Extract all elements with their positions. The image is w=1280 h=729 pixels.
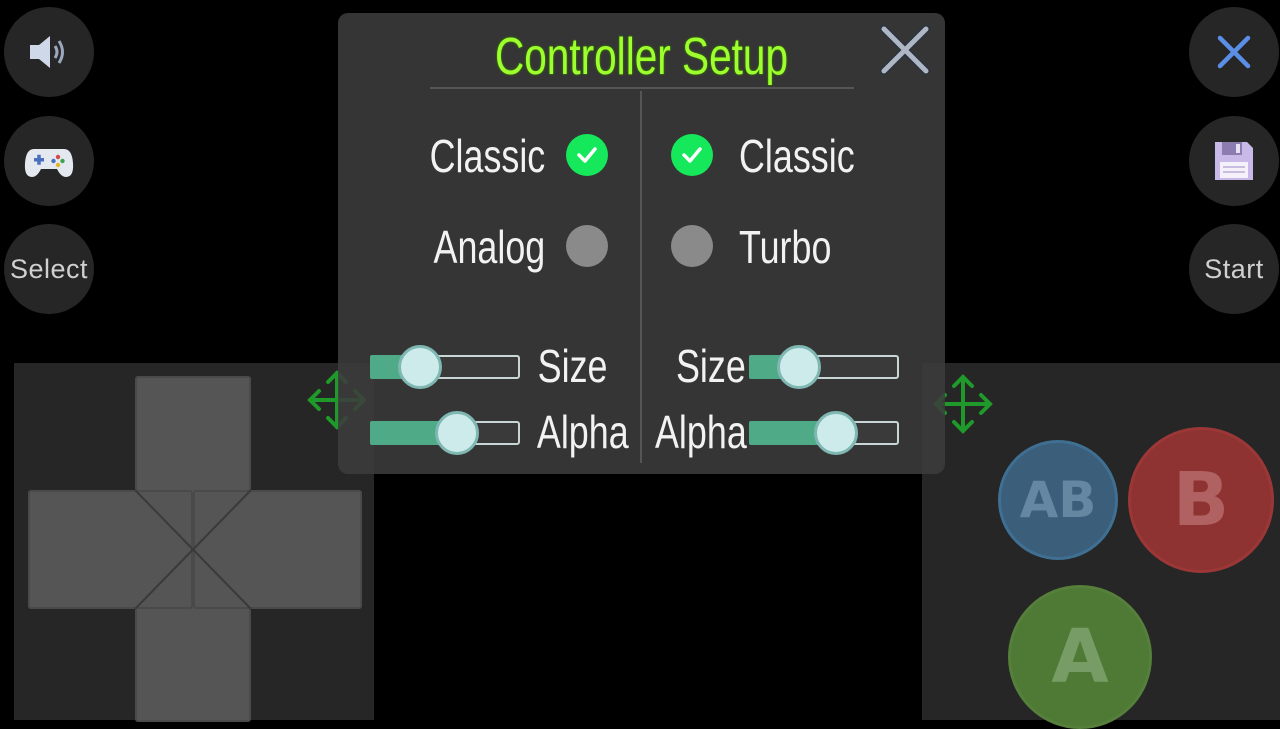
a-button[interactable]: A	[1008, 585, 1152, 729]
gamepad-button[interactable]	[4, 116, 94, 206]
right-size-slider[interactable]	[749, 345, 899, 389]
checkmark-icon	[682, 147, 702, 163]
b-label: B	[1172, 457, 1230, 543]
right-classic-radio[interactable]	[671, 134, 713, 176]
right-option-label-classic: Classic	[739, 130, 855, 182]
sound-button[interactable]	[4, 7, 94, 97]
left-analog-radio[interactable]	[566, 225, 608, 267]
dialog-title: Controller Setup	[494, 28, 789, 86]
slider-thumb[interactable]	[776, 345, 821, 389]
speaker-icon	[30, 36, 64, 68]
gamepad-icon	[24, 149, 74, 177]
controller-setup-dialog: Controller Setup Classic Analog Classic …	[338, 13, 945, 474]
right-size-label: Size	[676, 340, 746, 392]
slider-thumb[interactable]	[814, 411, 858, 455]
left-alpha-label: Alpha	[537, 406, 629, 458]
left-option-label-analog: Analog	[433, 221, 545, 273]
select-label: Select	[9, 253, 89, 284]
column-divider	[640, 91, 642, 463]
right-option-label-turbo: Turbo	[739, 221, 832, 273]
left-alpha-slider[interactable]	[370, 411, 520, 455]
slider-thumb[interactable]	[397, 345, 442, 389]
right-turbo-radio[interactable]	[671, 225, 713, 267]
slider-thumb[interactable]	[435, 411, 479, 455]
b-button[interactable]: B	[1128, 427, 1274, 573]
close-icon	[1217, 35, 1251, 69]
checkmark-icon	[577, 147, 597, 163]
right-alpha-label: Alpha	[655, 406, 747, 458]
title-divider	[430, 87, 854, 89]
start-label: Start	[1204, 253, 1264, 284]
start-button[interactable]: Start	[1189, 224, 1279, 314]
select-button[interactable]: Select	[4, 224, 94, 314]
ab-button[interactable]: AB	[998, 440, 1118, 560]
floppy-disk-icon	[1215, 142, 1253, 180]
a-label: A	[1051, 614, 1109, 700]
right-alpha-slider[interactable]	[749, 411, 899, 455]
ab-label: AB	[1019, 471, 1097, 529]
save-button[interactable]	[1189, 116, 1279, 206]
exit-button[interactable]	[1189, 7, 1279, 97]
left-size-label: Size	[537, 340, 607, 392]
left-size-slider[interactable]	[370, 345, 520, 389]
dialog-close-icon[interactable]	[876, 21, 934, 79]
left-option-label-classic: Classic	[429, 130, 545, 182]
left-classic-radio[interactable]	[566, 134, 608, 176]
